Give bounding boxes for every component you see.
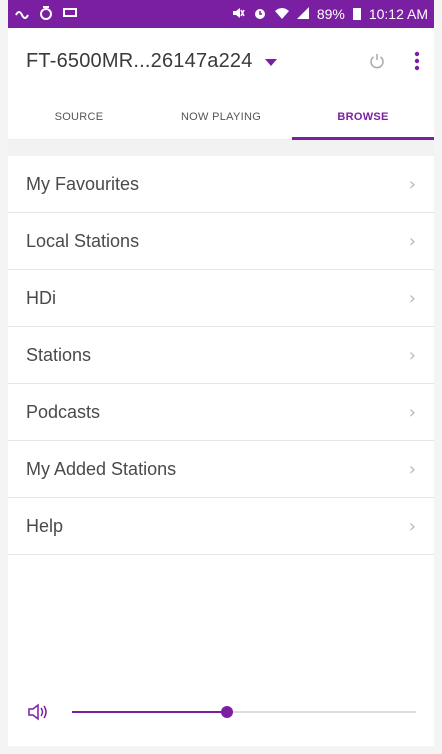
list-item-label: Local Stations bbox=[26, 230, 140, 251]
tab-browse[interactable]: BROWSE bbox=[292, 94, 434, 140]
message-icon bbox=[62, 6, 78, 22]
device-selector[interactable]: FT-6500MR...26147a224 bbox=[26, 50, 277, 73]
chevron-right-icon: › bbox=[408, 230, 416, 252]
chevron-right-icon: › bbox=[408, 287, 416, 309]
chevron-right-icon: › bbox=[408, 173, 416, 195]
list-item-label: Help bbox=[26, 515, 64, 536]
list-item-my-favourites[interactable]: My Favourites › bbox=[8, 156, 434, 213]
list-item-hdi[interactable]: HDi › bbox=[8, 270, 434, 327]
tab-source[interactable]: SOURCE bbox=[8, 94, 150, 139]
list-item-stations[interactable]: Stations › bbox=[8, 327, 434, 384]
status-bar-right: 89% 10:12 AM bbox=[231, 6, 428, 22]
speaker-volume-icon[interactable] bbox=[26, 701, 48, 723]
chevron-right-icon: › bbox=[408, 515, 416, 537]
list-item-label: My Favourites bbox=[26, 173, 140, 194]
status-bar: 89% 10:12 AM bbox=[8, 0, 434, 28]
list-item-label: HDi bbox=[26, 287, 56, 308]
volume-slider-thumb[interactable] bbox=[220, 706, 233, 718]
chevron-right-icon: › bbox=[408, 401, 416, 423]
tab-bar: SOURCE NOW PLAYING BROWSE bbox=[8, 94, 434, 140]
list-item-podcasts[interactable]: Podcasts › bbox=[8, 384, 434, 441]
list-item-label: Podcasts bbox=[26, 401, 101, 422]
list-item-my-added-stations[interactable]: My Added Stations › bbox=[8, 441, 434, 498]
tab-now-playing[interactable]: NOW PLAYING bbox=[150, 94, 292, 139]
battery-percent: 89% bbox=[316, 6, 345, 22]
status-bar-left bbox=[14, 5, 78, 23]
chevron-right-icon: › bbox=[408, 344, 416, 366]
list-item-local-stations[interactable]: Local Stations › bbox=[8, 213, 434, 270]
device-name: FT-6500MR...26147a224 bbox=[26, 49, 253, 72]
app-notification-icon bbox=[38, 5, 54, 23]
dropdown-caret-icon bbox=[264, 58, 277, 66]
power-icon[interactable] bbox=[368, 52, 386, 70]
header-actions bbox=[368, 51, 420, 71]
alarm-icon bbox=[253, 6, 267, 22]
list-item-label: My Added Stations bbox=[26, 458, 177, 479]
cellular-signal-icon bbox=[296, 7, 309, 21]
list-item-help[interactable]: Help › bbox=[8, 498, 434, 555]
more-vert-icon[interactable] bbox=[414, 51, 420, 71]
signal-wave-icon bbox=[14, 6, 30, 22]
section-spacer bbox=[8, 140, 434, 156]
volume-slider-fill bbox=[72, 711, 227, 713]
wifi-icon bbox=[274, 7, 289, 21]
app-screen: 89% 10:12 AM FT-6500MR...26147a224 SOURC… bbox=[0, 0, 442, 754]
volume-slider[interactable] bbox=[72, 702, 416, 722]
browse-list: My Favourites › Local Stations › HDi › S… bbox=[8, 156, 434, 555]
battery-icon bbox=[352, 8, 361, 20]
status-time: 10:12 AM bbox=[368, 6, 428, 22]
chevron-right-icon: › bbox=[408, 458, 416, 480]
mute-icon bbox=[231, 6, 245, 22]
volume-control bbox=[8, 692, 434, 732]
list-item-label: Stations bbox=[26, 344, 92, 365]
app-header: FT-6500MR...26147a224 bbox=[8, 28, 434, 94]
